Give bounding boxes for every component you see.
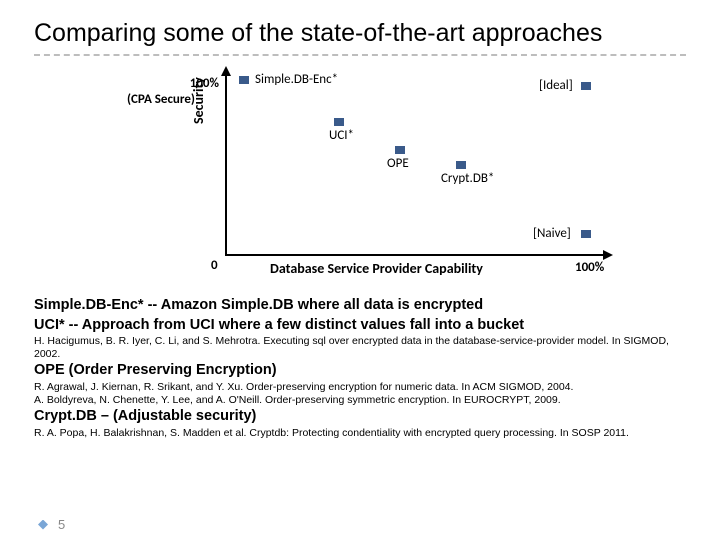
slide-title: Comparing some of the state-of-the-art a… [34, 18, 686, 48]
label-ideal: [Ideal] [539, 78, 573, 93]
point-uci [334, 118, 344, 126]
page-number: 5 [58, 517, 65, 532]
diamond-icon [38, 520, 48, 530]
label-uci: UCI* [329, 128, 354, 143]
point-ideal [581, 82, 591, 90]
y-tick-100: 100% [173, 76, 219, 91]
y-axis [225, 74, 227, 254]
note-uci: UCI* -- Approach from UCI where a few di… [34, 316, 686, 336]
notes: Simple.DB-Enc* -- Amazon Simple.DB where… [34, 296, 686, 440]
x-tick-100: 100% [575, 260, 604, 275]
note-simpledb: Simple.DB-Enc* -- Amazon Simple.DB where… [34, 296, 686, 316]
label-cryptdb: Crypt.DB* [441, 171, 494, 186]
label-simpledb: Simple.DB-Enc* [255, 72, 338, 87]
ref-ope1: R. Agrawal, J. Kiernan, R. Srikant, and … [34, 381, 686, 394]
note-cryptdb: Crypt.DB – (Adjustable security) [34, 407, 686, 427]
ref-ope2: A. Boldyreva, N. Chenette, Y. Lee, and A… [34, 394, 686, 407]
label-naive: [Naive] [533, 226, 571, 241]
slide: Comparing some of the state-of-the-art a… [0, 0, 720, 540]
ref-cryptdb: R. A. Popa, H. Balakrishnan, S. Madden e… [34, 427, 686, 440]
point-ope [395, 146, 405, 154]
point-simpledb [239, 76, 249, 84]
title-underline: Comparing some of the state-of-the-art a… [34, 18, 686, 56]
point-naive [581, 230, 591, 238]
label-ope: OPE [387, 156, 409, 171]
x-axis-label: Database Service Provider Capability [270, 260, 483, 277]
arrow-up-icon [221, 66, 231, 76]
ref-uci: H. Hacigumus, B. R. Iyer, C. Li, and S. … [34, 335, 686, 361]
origin-tick: 0 [211, 258, 218, 273]
footer: 5 [38, 517, 65, 532]
note-ope: OPE (Order Preserving Encryption) [34, 361, 686, 381]
x-axis [225, 254, 605, 256]
arrow-right-icon [603, 250, 613, 260]
chart: Security Database Service Provider Capab… [65, 64, 655, 284]
y-axis-note: (CPA Secure) [127, 92, 195, 107]
point-cryptdb [456, 161, 466, 169]
